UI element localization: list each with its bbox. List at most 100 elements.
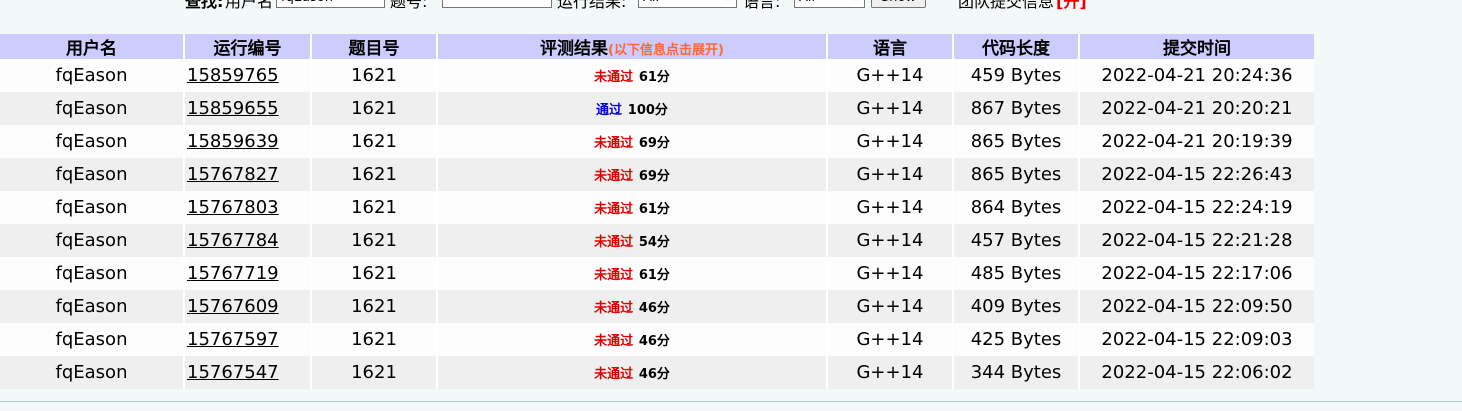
cell-code-length: 459 Bytes — [953, 59, 1080, 92]
run-id-link[interactable]: 15767597 — [185, 329, 279, 350]
cell-problem: 1621 — [311, 92, 438, 125]
result-score: 69分 — [638, 169, 670, 184]
header-problem: 题目号 — [311, 34, 438, 59]
result-status[interactable]: 未通过 — [594, 70, 633, 85]
cell-user: fqEason — [0, 158, 185, 191]
run-id-link[interactable]: 15767609 — [185, 296, 279, 317]
status-table: 用户名 运行编号 题目号 评测结果(以下信息点击展开) 语言 代码长度 提交时间… — [0, 34, 1314, 389]
cell-language: G++14 — [827, 59, 954, 92]
table-row: fqEason 15767827 1621 未通过 69分 G++14 865 Bytes… — [0, 158, 1314, 191]
cell-problem: 1621 — [311, 224, 438, 257]
table-header-row: 用户名 运行编号 题目号 评测结果(以下信息点击展开) 语言 代码长度 提交时间 — [0, 34, 1314, 59]
cell-result[interactable]: 未通过 61分 — [437, 59, 828, 92]
run-id-link[interactable]: 15767827 — [185, 164, 279, 185]
cell-problem: 1621 — [311, 356, 438, 389]
result-score: 61分 — [638, 70, 670, 85]
expand-hint: (以下信息点击展开) — [608, 43, 724, 58]
table-row: fqEason 15859639 1621 未通过 69分 G++14 865 Bytes… — [0, 125, 1314, 158]
result-status[interactable]: 未通过 — [594, 268, 633, 283]
cell-result[interactable]: 未通过 46分 — [437, 290, 828, 323]
table-row: fqEason 15767719 1621 未通过 61分 G++14 485 Bytes… — [0, 257, 1314, 290]
cell-language: G++14 — [827, 290, 954, 323]
cell-result[interactable]: 未通过 69分 — [437, 158, 828, 191]
cell-run-id: 15859655 — [184, 92, 312, 125]
problem-input[interactable] — [442, 0, 552, 8]
problem-label: 题号: — [390, 0, 428, 11]
cell-result[interactable]: 未通过 46分 — [437, 356, 828, 389]
run-id-link[interactable]: 15859765 — [185, 65, 279, 86]
cell-user: fqEason — [0, 224, 185, 257]
result-status[interactable]: 通过 — [596, 103, 622, 118]
cell-problem: 1621 — [311, 290, 438, 323]
run-id-link[interactable]: 15767547 — [185, 362, 279, 383]
team-label: 团队提交信息 — [958, 0, 1055, 11]
run-id-link[interactable]: 15859655 — [185, 98, 279, 119]
cell-run-id: 15767803 — [184, 191, 312, 224]
cell-code-length: 865 Bytes — [953, 158, 1080, 191]
cell-code-length: 867 Bytes — [953, 92, 1080, 125]
cell-result[interactable]: 未通过 46分 — [437, 323, 828, 356]
cell-code-length: 409 Bytes — [953, 290, 1080, 323]
cell-code-length: 864 Bytes — [953, 191, 1080, 224]
cell-run-id: 15767609 — [184, 290, 312, 323]
cell-run-id: 15859765 — [184, 59, 312, 92]
search-label: 查找: — [185, 0, 224, 11]
result-score: 100分 — [627, 103, 668, 118]
run-id-link[interactable]: 15859639 — [185, 131, 279, 152]
result-score: 46分 — [638, 301, 670, 316]
team-toggle-link[interactable]: [开] — [1056, 0, 1087, 12]
user-input[interactable] — [276, 0, 385, 8]
show-button[interactable]: Show — [871, 0, 926, 8]
cell-run-id: 15767597 — [184, 323, 312, 356]
cell-submit-time: 2022-04-15 22:09:03 — [1079, 323, 1314, 356]
result-status[interactable]: 未通过 — [594, 169, 633, 184]
cell-language: G++14 — [827, 158, 954, 191]
run-id-link[interactable]: 15767719 — [185, 263, 279, 284]
run-id-link[interactable]: 15767784 — [185, 230, 279, 251]
result-status[interactable]: 未通过 — [594, 136, 633, 151]
cell-code-length: 425 Bytes — [953, 323, 1080, 356]
table-row: fqEason 15767784 1621 未通过 54分 G++14 457 Bytes… — [0, 224, 1314, 257]
cell-code-length: 457 Bytes — [953, 224, 1080, 257]
cell-user: fqEason — [0, 92, 185, 125]
cell-submit-time: 2022-04-21 20:20:21 — [1079, 92, 1314, 125]
cell-result[interactable]: 未通过 61分 — [437, 191, 828, 224]
cell-submit-time: 2022-04-15 22:06:02 — [1079, 356, 1314, 389]
cell-code-length: 344 Bytes — [953, 356, 1080, 389]
cell-submit-time: 2022-04-15 22:26:43 — [1079, 158, 1314, 191]
cell-submit-time: 2022-04-21 20:19:39 — [1079, 125, 1314, 158]
table-row: fqEason 15767547 1621 未通过 46分 G++14 344 Bytes… — [0, 356, 1314, 389]
result-status[interactable]: 未通过 — [594, 235, 633, 250]
cell-result[interactable]: 未通过 54分 — [437, 224, 828, 257]
cell-result[interactable]: 未通过 69分 — [437, 125, 828, 158]
result-select[interactable]: All — [638, 0, 737, 8]
cell-submit-time: 2022-04-15 22:21:28 — [1079, 224, 1314, 257]
lang-select[interactable]: All — [794, 0, 865, 8]
cell-problem: 1621 — [311, 125, 438, 158]
result-score: 46分 — [638, 367, 670, 382]
result-status[interactable]: 未通过 — [594, 334, 633, 349]
cell-problem: 1621 — [311, 158, 438, 191]
cell-result[interactable]: 未通过 61分 — [437, 257, 828, 290]
result-score: 46分 — [638, 334, 670, 349]
cell-language: G++14 — [827, 125, 954, 158]
cell-code-length: 865 Bytes — [953, 125, 1080, 158]
cell-result[interactable]: 通过 100分 — [437, 92, 828, 125]
cell-run-id: 15767719 — [184, 257, 312, 290]
cell-user: fqEason — [0, 257, 185, 290]
result-status[interactable]: 未通过 — [594, 202, 633, 217]
run-id-link[interactable]: 15767803 — [185, 197, 279, 218]
result-status[interactable]: 未通过 — [594, 301, 633, 316]
result-status[interactable]: 未通过 — [594, 367, 633, 382]
table-row: fqEason 15767609 1621 未通过 46分 G++14 409 Bytes… — [0, 290, 1314, 323]
header-run-id: 运行编号 — [184, 34, 312, 59]
result-score: 61分 — [638, 202, 670, 217]
result-score: 54分 — [638, 235, 670, 250]
cell-problem: 1621 — [311, 323, 438, 356]
cell-problem: 1621 — [311, 191, 438, 224]
cell-user: fqEason — [0, 191, 185, 224]
result-label: 运行结果: — [557, 0, 627, 11]
result-score: 61分 — [638, 268, 670, 283]
cell-submit-time: 2022-04-15 22:17:06 — [1079, 257, 1314, 290]
cell-user: fqEason — [0, 323, 185, 356]
